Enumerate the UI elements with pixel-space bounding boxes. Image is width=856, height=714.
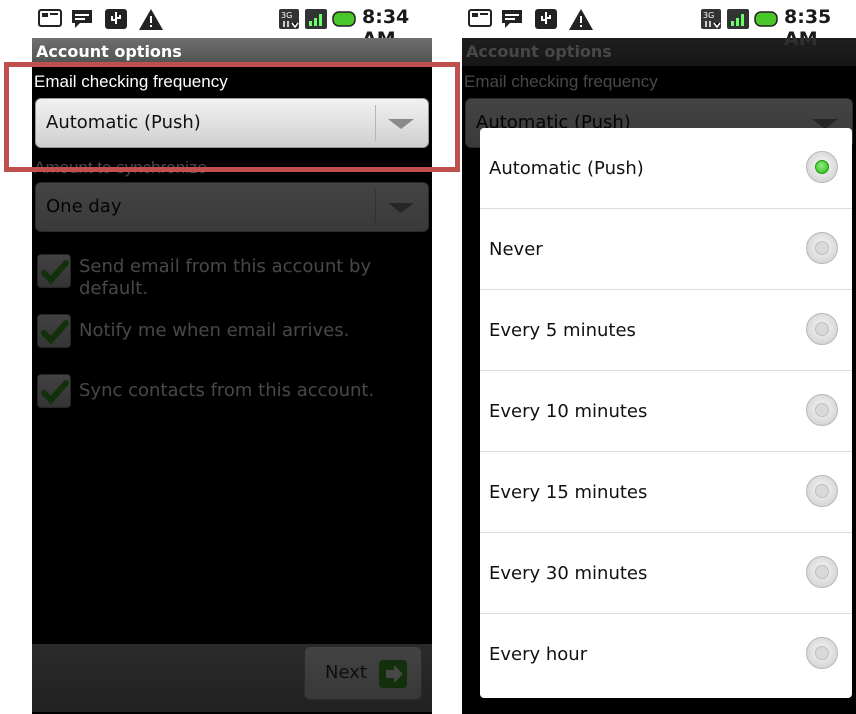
checkbox-label: Send email from this account by default. (79, 256, 371, 300)
checkmark-icon (41, 320, 69, 345)
status-bar: 3G 8:34 AM (32, 0, 432, 50)
status-bar: 3G 8:35 AM (462, 0, 856, 50)
signal-icon (727, 9, 749, 29)
svg-text:3G: 3G (281, 11, 292, 20)
option-label: Every 5 minutes (489, 320, 636, 341)
radio-button-icon[interactable] (806, 637, 838, 669)
highlight-box (4, 62, 460, 172)
screen-title: Account options (462, 38, 856, 66)
network-3g-icon: 3G (701, 9, 721, 29)
option-label: Every hour (489, 644, 588, 665)
radio-dot (815, 565, 829, 579)
svg-text:3G: 3G (703, 11, 714, 20)
dialog-option[interactable]: Every 10 minutes (480, 371, 852, 452)
option-label: Never (489, 239, 543, 260)
sync-amount-value: One day (46, 196, 122, 217)
spinner-divider (375, 189, 376, 225)
radio-button-icon[interactable] (806, 232, 838, 264)
radio-button-icon[interactable] (806, 313, 838, 345)
dialog-option[interactable]: Every 30 minutes (480, 533, 852, 614)
option-label: Every 10 minutes (489, 401, 648, 422)
option-label: Automatic (Push) (489, 158, 644, 179)
option-label: Every 30 minutes (489, 563, 648, 584)
radio-dot (815, 403, 829, 417)
checkbox[interactable] (37, 254, 71, 288)
radio-button-icon[interactable] (806, 394, 838, 426)
warning-icon (139, 9, 163, 30)
radio-button-icon[interactable] (806, 556, 838, 588)
radio-dot (815, 646, 829, 660)
radio-dot (815, 160, 829, 174)
sync-amount-spinner[interactable]: One day (35, 182, 429, 232)
battery-icon (332, 11, 356, 27)
checkbox-notify-email[interactable]: Notify me when email arrives. (37, 314, 428, 350)
chat-icon (72, 10, 92, 28)
signal-icon (305, 9, 327, 29)
usb-icon (105, 9, 127, 29)
checkmark-icon (41, 380, 69, 405)
checkbox[interactable] (37, 314, 71, 348)
bottom-bar: Next (32, 644, 432, 712)
chat-icon (502, 10, 522, 28)
dialog-option[interactable]: Every 15 minutes (480, 452, 852, 533)
frequency-dialog: Automatic (Push) Never Every 5 minutes E… (480, 128, 852, 698)
network-3g-icon: 3G (279, 9, 299, 29)
email-frequency-label: Email checking frequency (464, 72, 658, 91)
option-label: Every 15 minutes (489, 482, 648, 503)
checkbox-label: Notify me when email arrives. (79, 320, 350, 341)
dialog-option[interactable]: Every hour (480, 614, 852, 695)
screen-icon (38, 9, 62, 27)
radio-dot (815, 484, 829, 498)
usb-icon (535, 9, 557, 29)
dialog-option[interactable]: Automatic (Push) (480, 128, 852, 209)
radio-dot (815, 322, 829, 336)
checkbox-label: Sync contacts from this account. (79, 380, 375, 401)
radio-dot (815, 241, 829, 255)
checkbox-sync-contacts[interactable]: Sync contacts from this account. (37, 374, 428, 410)
next-button-label: Next (325, 662, 367, 683)
checkbox-label-line: Send email from this account by (79, 256, 372, 277)
radio-button-icon[interactable] (806, 475, 838, 507)
battery-icon (754, 11, 778, 27)
dropdown-arrow-icon (388, 203, 414, 213)
checkbox-label-line: default. (79, 278, 149, 299)
checkmark-icon (41, 260, 69, 285)
next-button[interactable]: Next (304, 646, 422, 700)
dialog-option[interactable]: Every 5 minutes (480, 290, 852, 371)
checkbox[interactable] (37, 374, 71, 408)
radio-button-icon[interactable] (806, 151, 838, 183)
next-arrow-icon (379, 660, 407, 688)
screen-icon (468, 9, 492, 27)
checkbox-send-default[interactable]: Send email from this account by default. (37, 254, 428, 300)
dialog-option[interactable]: Never (480, 209, 852, 290)
warning-icon (569, 9, 593, 30)
